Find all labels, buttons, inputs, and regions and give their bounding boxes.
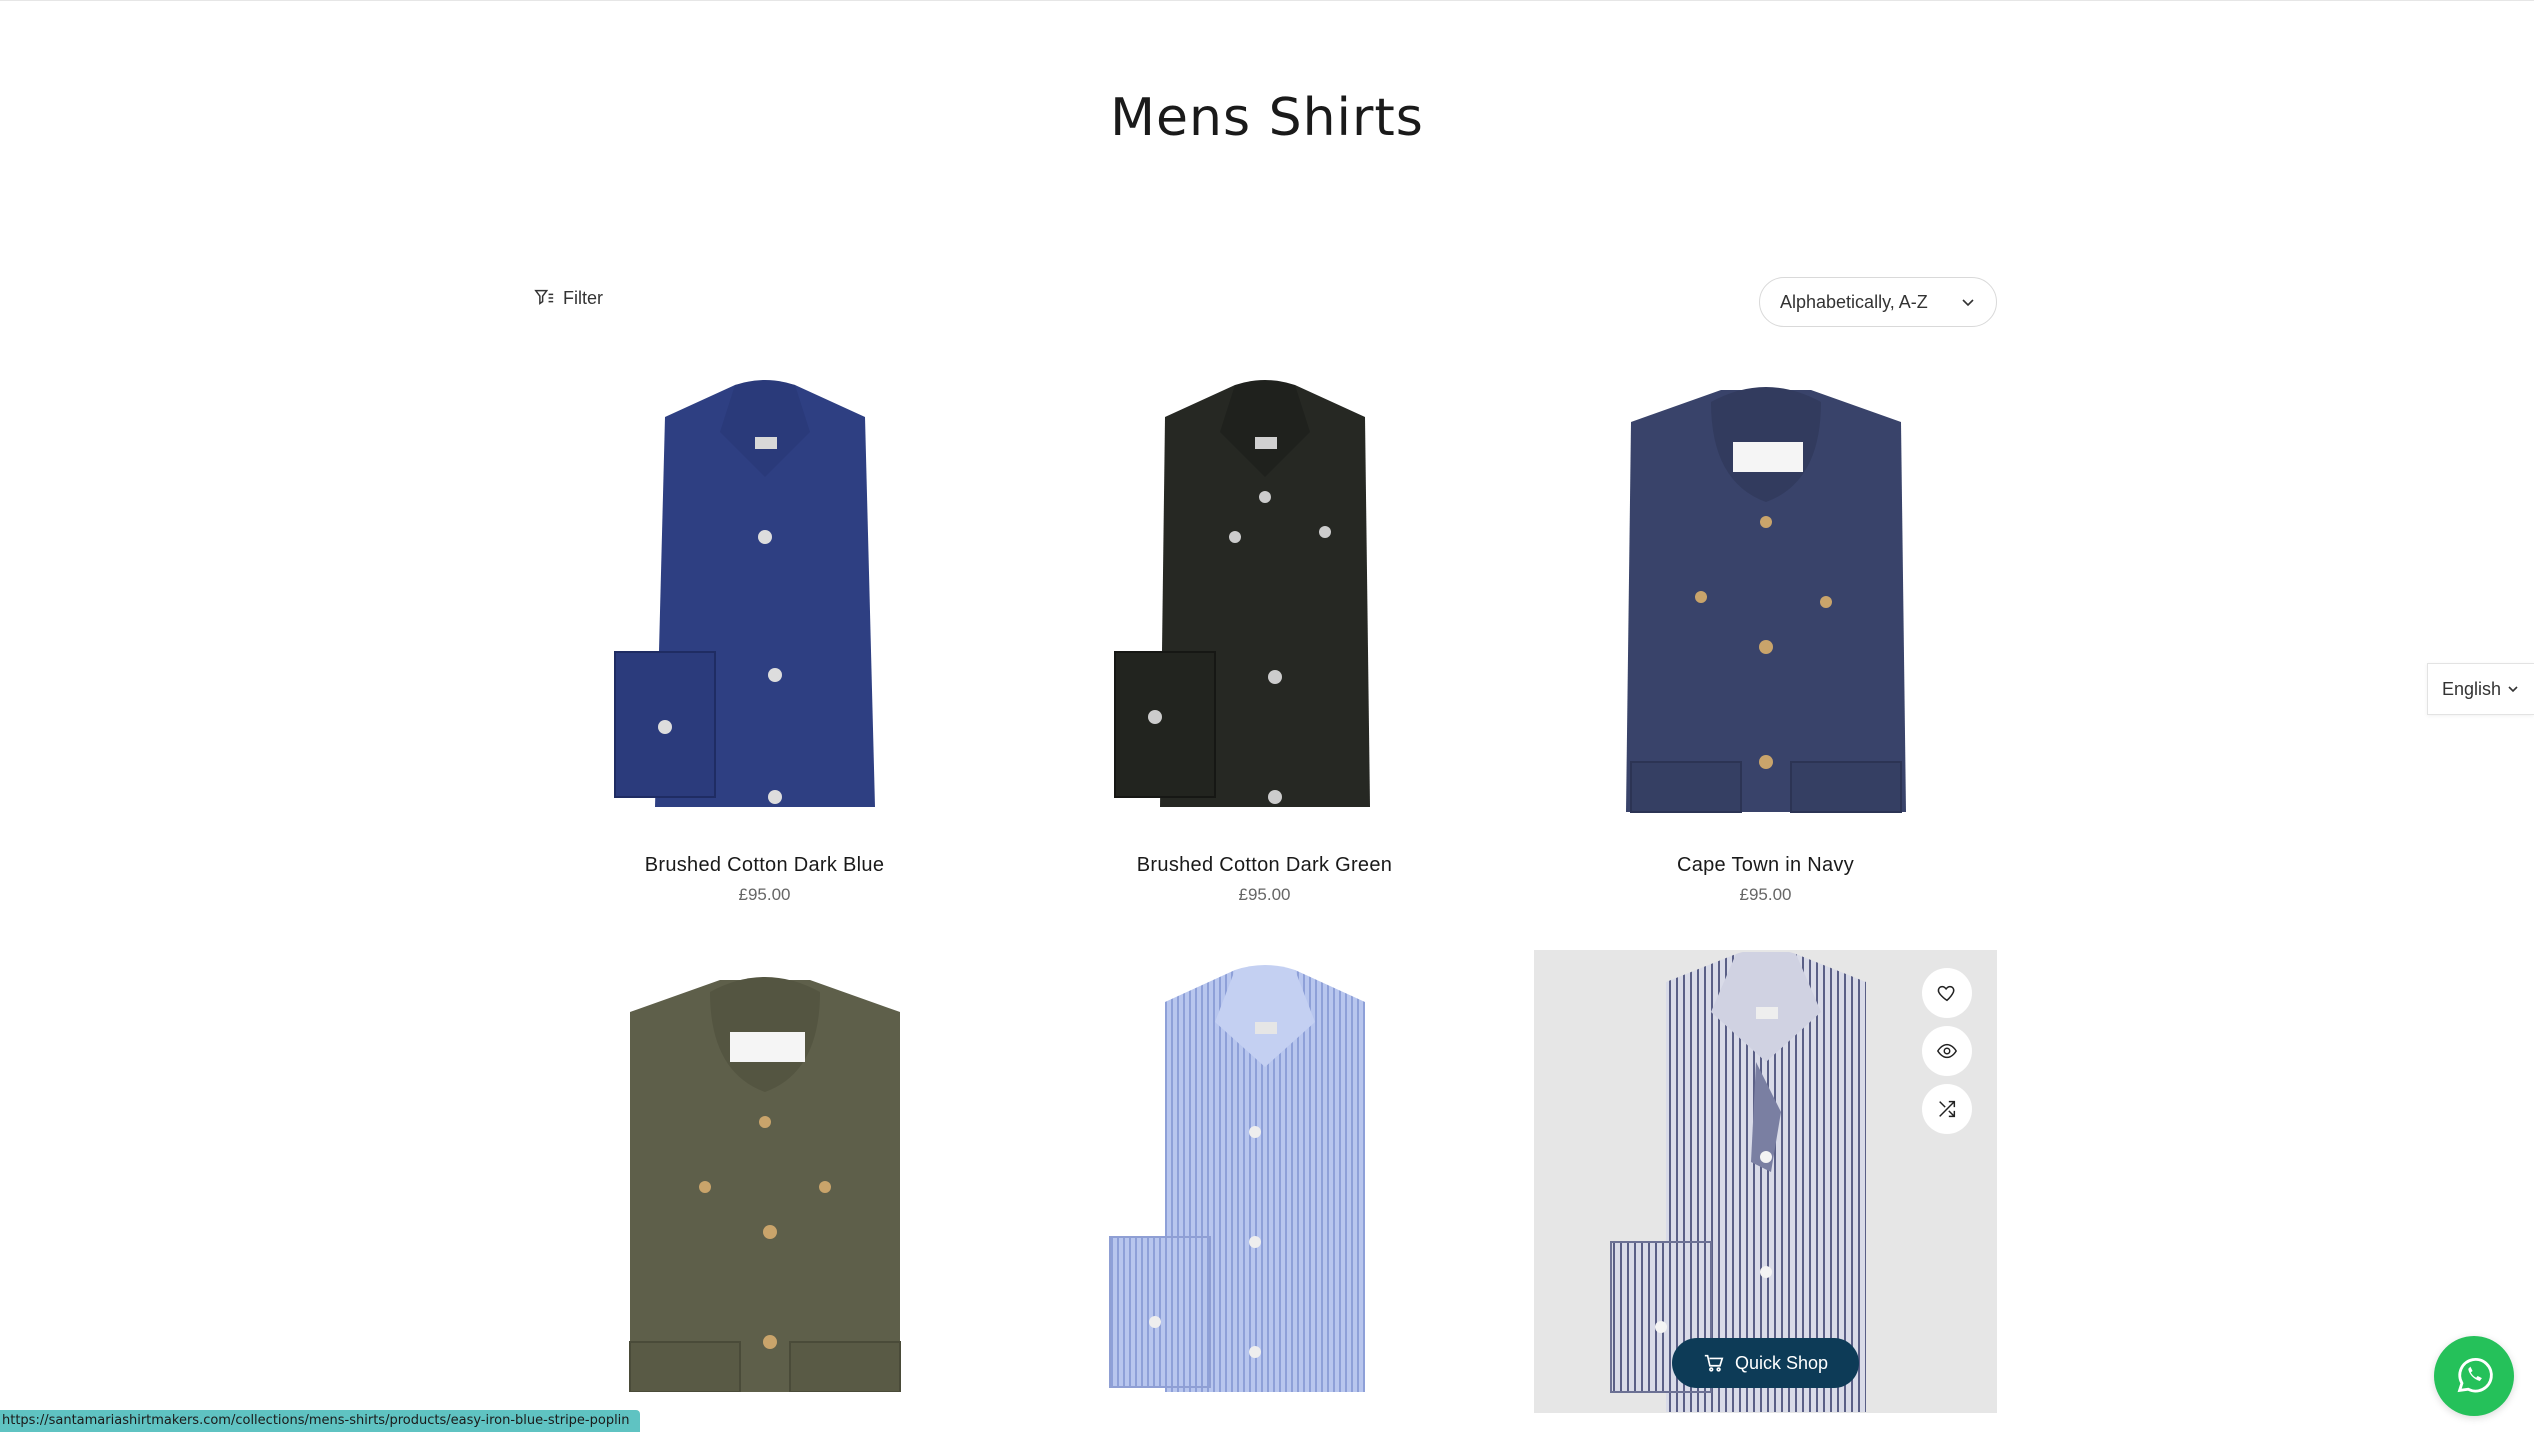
product-card[interactable]: Brushed Cotton Dark Green £95.00 — [1033, 370, 1496, 904]
card-action-group — [1922, 968, 1972, 1134]
product-name[interactable]: Cape Town in Navy — [1534, 854, 1997, 877]
product-image[interactable] — [1033, 950, 1496, 1413]
product-card[interactable]: Cape Town in Navy £95.00 — [1534, 370, 1997, 904]
filter-label: Filter — [563, 287, 603, 308]
product-image[interactable] — [533, 370, 996, 833]
filter-button[interactable]: Filter — [533, 287, 603, 309]
product-image[interactable] — [1033, 370, 1496, 833]
product-price: £95.00 — [1739, 885, 1792, 904]
sort-select[interactable]: Alphabetically, A-Z — [1759, 277, 1997, 327]
product-card[interactable]: Quick Shop — [1534, 950, 1997, 1413]
status-bar-url: https://santamariashirtmakers.com/collec… — [0, 1410, 640, 1432]
compare-button[interactable] — [1922, 1084, 1972, 1134]
quick-shop-label: Quick Shop — [1734, 1352, 1829, 1373]
product-card[interactable] — [1033, 950, 1496, 1413]
product-name[interactable]: Brushed Cotton Dark Blue — [533, 854, 996, 877]
quick-view-button[interactable] — [1922, 1026, 1972, 1076]
shirt-image — [628, 976, 901, 1392]
sort-selected-value: Alphabetically, A-Z — [1780, 291, 1928, 312]
header-divider — [0, 0, 2534, 1]
whatsapp-chat-button[interactable] — [2434, 1336, 2514, 1416]
page-title: Mens Shirts — [1110, 88, 1424, 148]
product-card[interactable] — [533, 950, 996, 1413]
wishlist-button[interactable] — [1922, 968, 1972, 1018]
product-image[interactable]: Quick Shop — [1534, 950, 1997, 1413]
eye-icon — [1936, 1043, 1958, 1059]
shirt-image — [613, 379, 875, 807]
product-image[interactable] — [533, 950, 996, 1413]
product-price: £95.00 — [738, 885, 791, 904]
product-price: £95.00 — [1238, 885, 1291, 904]
whatsapp-icon — [2457, 1357, 2493, 1393]
heart-icon — [1937, 985, 1955, 1002]
shirt-image — [1625, 386, 1906, 813]
product-image[interactable] — [1534, 370, 1997, 833]
filter-icon — [534, 289, 554, 305]
cart-icon — [1704, 1354, 1724, 1372]
shirt-image — [1113, 379, 1370, 807]
chevron-down-icon — [1962, 299, 1974, 307]
language-selector[interactable]: English — [2427, 663, 2534, 715]
quick-shop-button[interactable]: Quick Shop — [1672, 1338, 1859, 1388]
chevron-down-icon — [2508, 686, 2518, 693]
shirt-image — [1108, 964, 1365, 1392]
product-name[interactable]: Brushed Cotton Dark Green — [1033, 854, 1496, 877]
language-selected: English — [2442, 678, 2502, 699]
compare-icon — [1939, 1100, 1956, 1118]
product-card[interactable]: Brushed Cotton Dark Blue £95.00 — [533, 370, 996, 904]
